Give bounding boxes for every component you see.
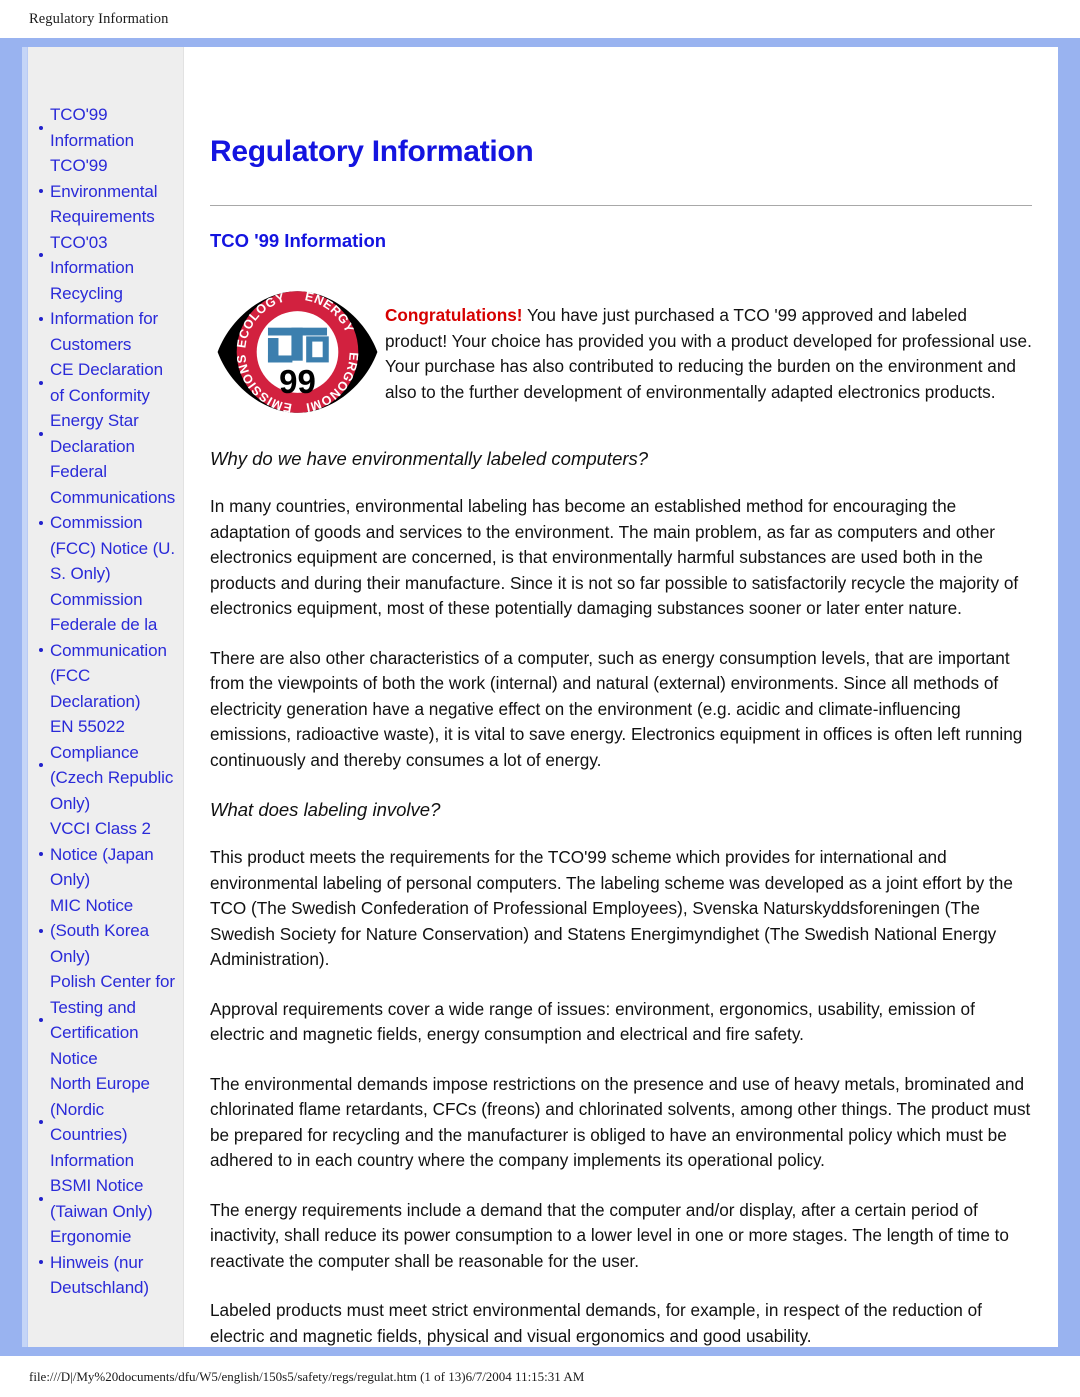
sidebar-item-north-europe-information[interactable]: North Europe (Nordic Countries) Informat…	[38, 1071, 177, 1173]
bullet-icon	[39, 125, 43, 130]
sidebar-item-recycling-information[interactable]: Recycling Information for Customers	[38, 281, 177, 358]
print-header-title: Regulatory Information	[29, 10, 169, 27]
bullet-icon	[39, 253, 43, 257]
paragraph-why-2: There are also other characteristics of …	[210, 647, 1023, 770]
tco-99-logo-svg: ECOLOGY ENERGY EMISSIONS ERGONOMICS	[217, 289, 389, 429]
paragraph-labeling-2: Approval requirements cover a wide range…	[210, 998, 975, 1045]
paragraph-labeling-3: The environmental demands impose restric…	[210, 1073, 1031, 1171]
bullet-icon	[39, 431, 43, 436]
sidebar-item-label[interactable]: TCO'99 Information	[50, 102, 177, 153]
congratulations-paragraph: Congratulations! You have just purchased…	[385, 301, 1032, 405]
sidebar-item-polish-center-notice[interactable]: Polish Center for Testing and Certificat…	[38, 969, 177, 1071]
sidebar-item-label[interactable]: BSMI Notice (Taiwan Only)	[50, 1173, 177, 1224]
sidebar-item-fcc-notice[interactable]: Federal Communications Commission (FCC) …	[38, 459, 177, 587]
sidebar-item-ergonomie-hinweis[interactable]: Ergonomie Hinweis (nur Deutschland)	[38, 1224, 177, 1301]
page-title: Regulatory Information	[210, 135, 534, 168]
bullet-icon	[39, 852, 43, 857]
bullet-icon	[39, 928, 43, 933]
sidebar-item-label[interactable]: Polish Center for Testing and Certificat…	[50, 969, 177, 1071]
tco-99-certification-logo: ECOLOGY ENERGY EMISSIONS ERGONOMICS	[210, 286, 389, 429]
sidebar-item-label[interactable]: MIC Notice (South Korea Only)	[50, 893, 177, 970]
sidebar-item-vcci-class2-notice[interactable]: VCCI Class 2 Notice (Japan Only)	[38, 816, 177, 893]
sidebar-item-label[interactable]: Energy Star Declaration	[50, 408, 177, 459]
sidebar-item-ce-declaration[interactable]: CE Declaration of Conformity	[38, 357, 177, 408]
sidebar-item-label[interactable]: Recycling Information for Customers	[50, 281, 177, 358]
congratulations-lead: Congratulations!	[385, 305, 523, 326]
page-frame: TCO'99 Information TCO'99 Environmental …	[0, 38, 1080, 1356]
sidebar-item-mic-notice[interactable]: MIC Notice (South Korea Only)	[38, 893, 177, 970]
bullet-icon	[39, 1018, 43, 1022]
bullet-icon	[39, 316, 43, 321]
sidebar-item-energy-star-declaration[interactable]: Energy Star Declaration	[38, 408, 177, 459]
sidebar-item-bsmi-notice[interactable]: BSMI Notice (Taiwan Only)	[38, 1173, 177, 1224]
sidebar-item-tco99-environmental-requirements[interactable]: TCO'99 Environmental Requirements	[38, 153, 177, 230]
sidebar-item-label[interactable]: Federal Communications Commission (FCC) …	[50, 459, 177, 587]
sidebar-item-label[interactable]: CE Declaration of Conformity	[50, 357, 177, 408]
page-body: TCO'99 Information TCO'99 Environmental …	[22, 47, 1058, 1347]
bullet-icon	[39, 520, 43, 525]
sidebar-item-label[interactable]: TCO'99 Environmental Requirements	[50, 153, 177, 230]
bullet-icon	[39, 380, 43, 385]
bullet-icon	[39, 763, 43, 767]
sidebar-item-label[interactable]: Ergonomie Hinweis (nur Deutschland)	[50, 1224, 177, 1301]
paragraph-labeling-4: The energy requirements include a demand…	[210, 1199, 1009, 1271]
sidebar-item-tco03-information[interactable]: TCO'03 Information	[38, 230, 177, 281]
sidebar-item-label[interactable]: TCO'03 Information	[50, 230, 177, 281]
sidebar-item-en55022-compliance[interactable]: EN 55022 Compliance (Czech Republic Only…	[38, 714, 177, 816]
sidebar-item-commission-federale[interactable]: Commission Federale de la Communication …	[38, 587, 177, 715]
main-content: Regulatory Information TCO '99 Informati…	[184, 47, 1058, 1347]
sidebar-item-label[interactable]: North Europe (Nordic Countries) Informat…	[50, 1071, 177, 1173]
title-divider	[210, 205, 1032, 206]
sidebar-list: TCO'99 Information TCO'99 Environmental …	[28, 102, 183, 1301]
bullet-icon	[39, 1196, 43, 1201]
sidebar-navigation: TCO'99 Information TCO'99 Environmental …	[28, 47, 184, 1347]
sidebar-item-label[interactable]: EN 55022 Compliance (Czech Republic Only…	[50, 714, 177, 816]
paragraph-why-1: In many countries, environmental labelin…	[210, 496, 1019, 619]
bullet-icon	[39, 648, 43, 653]
paragraph-labeling-1: This product meets the requirements for …	[210, 847, 1013, 970]
paragraph-labeling-5: Labeled products must meet strict enviro…	[210, 1300, 982, 1346]
intro-block: ECOLOGY ENERGY EMISSIONS ERGONOMICS	[210, 284, 1032, 429]
sidebar-item-label[interactable]: VCCI Class 2 Notice (Japan Only)	[50, 816, 177, 893]
sidebar-item-tco99-information[interactable]: TCO'99 Information	[38, 102, 177, 153]
logo-tco-wordmark	[267, 327, 329, 363]
logo-year-99: 99	[279, 363, 316, 400]
section-title: TCO '99 Information	[210, 230, 387, 251]
print-footer: file:///D|/My%20documents/dfu/W5/english…	[0, 1356, 1080, 1397]
print-header: Regulatory Information	[0, 0, 1080, 38]
bullet-icon	[39, 1120, 43, 1124]
subheading-why-labeled: Why do we have environmentally labeled c…	[210, 448, 649, 470]
bullet-icon	[39, 1260, 43, 1265]
subheading-what-labeling-involves: What does labeling involve?	[210, 799, 441, 821]
sidebar-item-label[interactable]: Commission Federale de la Communication …	[50, 587, 177, 715]
footer-source-path: file:///D|/My%20documents/dfu/W5/english…	[29, 1368, 585, 1384]
bullet-icon	[39, 189, 43, 194]
